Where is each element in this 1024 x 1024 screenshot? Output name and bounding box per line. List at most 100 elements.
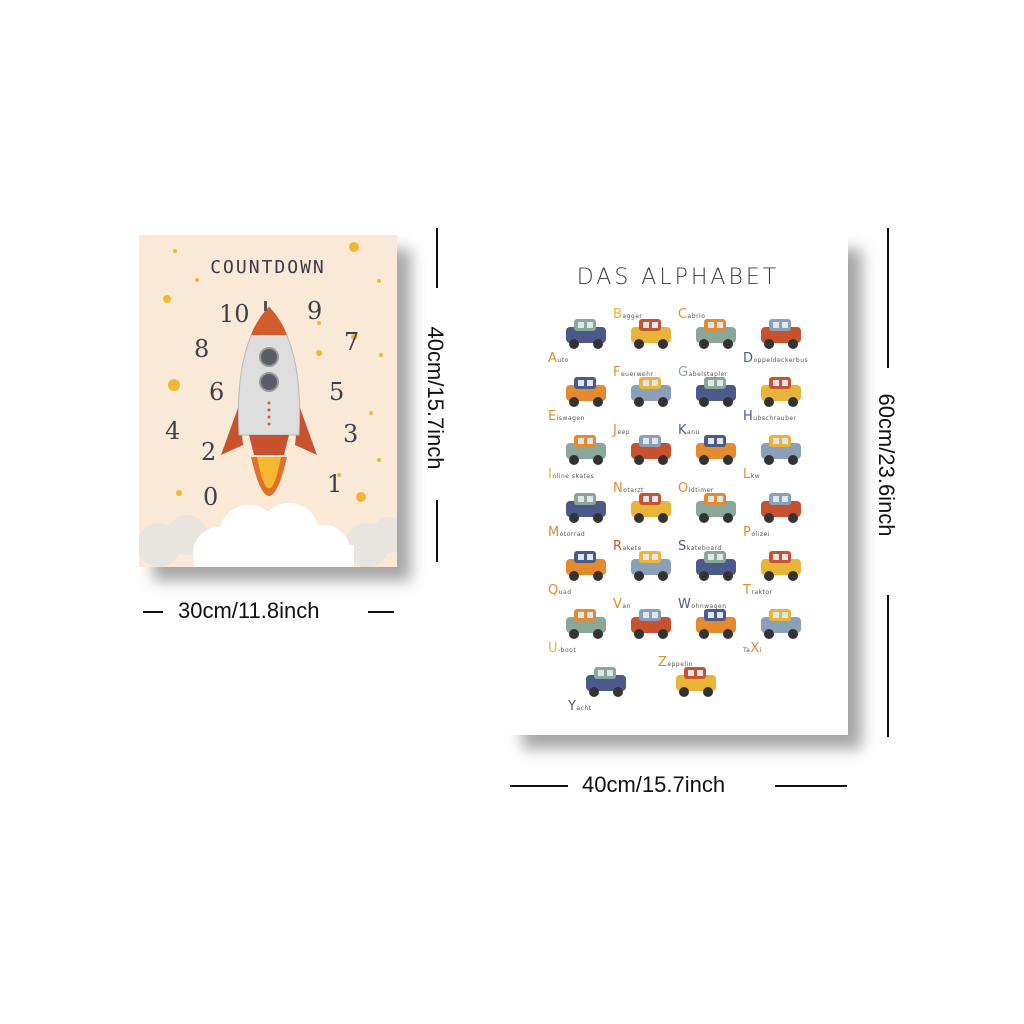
alphabet-letter: D	[743, 351, 754, 366]
countdown-title: COUNTDOWN	[210, 257, 326, 278]
countdown-width-label: 30cm/11.8inch	[178, 598, 320, 623]
alphabet-word: Van	[613, 597, 631, 612]
alphabet-word: Wohnwagen	[678, 597, 727, 612]
countdown-number-2: 2	[201, 438, 217, 466]
alphabet-letter: Q	[548, 583, 559, 598]
alphabet-word-rest: oppeldeckerbus	[753, 357, 809, 364]
countdown-number-5: 5	[329, 378, 345, 406]
alphabet-letter: H	[743, 409, 754, 424]
countdown-number-4: 4	[165, 417, 181, 445]
alphabet-letter: E	[548, 409, 557, 424]
alphabet-letter: K	[678, 423, 688, 438]
alphabet-word: Skateboard	[678, 539, 722, 554]
countdown-number-9: 9	[307, 297, 323, 325]
alphabet-word-rest: kateboard	[686, 545, 722, 552]
alphabet-word: Doppeldeckerbus	[743, 351, 808, 366]
alphabet-word-rest: ubschrauber	[753, 415, 797, 422]
dimension-line	[368, 611, 394, 613]
alphabet-word-rest: eppelin	[667, 661, 694, 668]
alphabet-letter: S	[678, 539, 687, 554]
countdown-poster: COUNTDOWN 10 9 8 7 6 5 4 3 2 1 0	[139, 235, 397, 567]
countdown-number-3: 3	[343, 420, 359, 448]
alphabet-word-rest: abrio	[687, 313, 706, 320]
alphabet-word-rest: ldtimer	[688, 487, 714, 494]
alphabet-word: Oldtimer	[678, 481, 714, 496]
dimension-line	[436, 500, 438, 562]
alphabet-cell: Lkw	[743, 423, 823, 483]
alphabet-title: DAS ALPHABET	[576, 265, 780, 290]
alphabet-word-rest: akete	[622, 545, 642, 552]
alphabet-word: Rakete	[613, 539, 642, 554]
alphabet-letter: O	[678, 481, 689, 496]
alphabet-word: Polizei	[743, 525, 770, 540]
dimension-line	[436, 228, 438, 288]
dimension-line	[510, 785, 568, 787]
flame-icon	[251, 457, 287, 496]
alphabet-letter: R	[613, 539, 623, 554]
countdown-number-0: 0	[203, 483, 219, 511]
alphabet-word: Hubschrauber	[743, 409, 797, 424]
alphabet-cell: Polizei	[743, 481, 823, 541]
alphabet-word-rest: abelstapler	[688, 371, 728, 378]
alphabet-word-rest: uto	[557, 357, 569, 364]
alphabet-word: Yacht	[568, 699, 592, 714]
alphabet-word: Motorrad	[548, 525, 585, 540]
alphabet-word: Inline skates	[548, 467, 594, 482]
alphabet-word-rest: kw	[750, 473, 761, 480]
alphabet-letter: M	[548, 525, 560, 540]
alphabet-word-rest: agger	[622, 313, 643, 320]
countdown-number-1: 1	[327, 470, 343, 498]
alphabet-word-rest: -boot	[558, 647, 577, 654]
alphabet-word: Notarzt	[613, 481, 644, 496]
alphabet-word-rest: nline skates	[552, 473, 595, 480]
alphabet-word-rest: raktor	[751, 589, 773, 596]
alphabet-letter: A	[548, 351, 558, 366]
alphabet-letter: U	[548, 641, 559, 656]
alphabet-width-label: 40cm/15.7inch	[582, 772, 726, 797]
alphabet-letter: X	[750, 641, 760, 656]
alphabet-word: Gabelstapler	[678, 365, 728, 380]
alphabet-cell: Zeppelin	[658, 655, 738, 715]
alphabet-word: Feuerwehr	[613, 365, 654, 380]
alphabet-cell: Traktor	[743, 539, 823, 599]
alphabet-cell: TaXi	[743, 597, 823, 657]
countdown-number-8: 8	[194, 335, 210, 363]
alphabet-word-rest: uad	[558, 589, 572, 596]
dimension-line	[143, 611, 163, 613]
dimension-line	[887, 228, 889, 368]
alphabet-word-rest: olizei	[751, 531, 770, 538]
alphabet-letter: W	[678, 597, 692, 612]
alphabet-letter: Z	[658, 655, 668, 670]
countdown-number-6: 6	[209, 378, 225, 406]
alphabet-word-rest: anu	[687, 429, 700, 436]
alphabet-word-rest: iswagen	[556, 415, 585, 422]
alphabet-poster: DAS ALPHABET Auto Bagger Cabrio Doppeldecke…	[508, 235, 848, 735]
alphabet-letter: N	[613, 481, 624, 496]
alphabet-cell: Hubschrauber	[743, 365, 823, 425]
alphabet-word-rest: eep	[617, 429, 631, 436]
alphabet-word: Zeppelin	[658, 655, 693, 670]
countdown-height-label: 40cm/15.7inch	[423, 326, 448, 470]
alphabet-letter: F	[613, 365, 621, 380]
alphabet-letter: C	[678, 307, 688, 322]
alphabet-word-rest: otorrad	[559, 531, 586, 538]
alphabet-cell: Yacht	[568, 655, 648, 715]
alphabet-word: U-boot	[548, 641, 576, 656]
alphabet-height-label: 60cm/23.6inch	[874, 393, 899, 537]
alphabet-word-rest: euerwehr	[620, 371, 654, 378]
alphabet-cell: Doppeldeckerbus	[743, 307, 823, 367]
smoke-icon	[193, 503, 354, 567]
alphabet-word: Traktor	[743, 583, 773, 598]
dimension-line	[887, 595, 889, 737]
alphabet-word-rest: acht	[576, 705, 592, 712]
alphabet-letter: V	[613, 597, 623, 612]
alphabet-word: Kanu	[678, 423, 700, 438]
alphabet-word: Cabrio	[678, 307, 705, 322]
alphabet-word: Eiswagen	[548, 409, 585, 424]
alphabet-word-rest: otarzt	[623, 487, 644, 494]
alphabet-word-rest: ohnwagen	[691, 603, 727, 610]
alphabet-word: Bagger	[613, 307, 642, 322]
alphabet-letter: L	[743, 467, 751, 482]
alphabet-word: Quad	[548, 583, 572, 598]
alphabet-word: Jeep	[613, 423, 630, 438]
